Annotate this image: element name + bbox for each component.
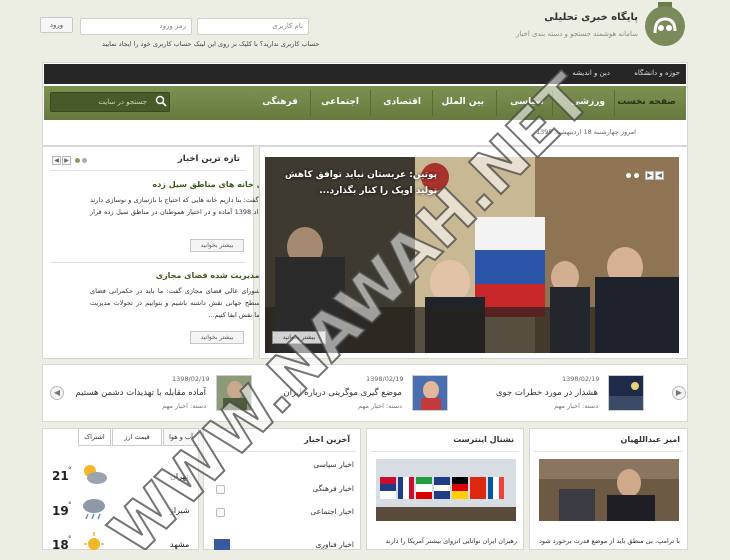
category-label: اخبار فرهنگی xyxy=(312,484,354,493)
flag-icon xyxy=(214,539,230,550)
partly-cloudy-icon xyxy=(84,465,107,484)
search-icon[interactable] xyxy=(155,95,167,107)
pager-dot[interactable] xyxy=(82,158,87,163)
search-input[interactable]: جستجو در سایت xyxy=(50,92,170,112)
slider-prev-icon[interactable]: ◀ xyxy=(655,171,664,180)
slider-dot[interactable] xyxy=(626,173,631,178)
slide-caption[interactable]: پوتین: عربستان نباید توافق کاهش تولید او… xyxy=(285,167,437,199)
nav-item-international[interactable]: بین الملل xyxy=(442,97,485,107)
strip-prev-icon[interactable]: ◀ xyxy=(50,386,64,400)
category-label: اخبار فناوری xyxy=(315,540,354,549)
categories-title: آخرین اخبار xyxy=(304,435,350,444)
column-text[interactable]: با ترامپ، بی منطق باید از موضع قدرت برخو… xyxy=(539,537,680,545)
degree-icon: ° xyxy=(68,501,72,509)
strip-title[interactable]: هشدار در مورد خطرات جوی xyxy=(496,388,598,398)
category-item[interactable]: اخبار سیاسی xyxy=(208,460,358,480)
prev-arrow-icon[interactable]: ◀ xyxy=(52,156,61,165)
strip-date: 1398/02/19 xyxy=(562,375,600,383)
slide-caption-line: تولید اوپک را کنار بگذارد... xyxy=(319,186,438,196)
rain-cloud-icon xyxy=(83,499,105,520)
site-subtitle: سامانه هوشمند جستجو و دسته بندی اخبار xyxy=(515,30,638,38)
portrait-image[interactable] xyxy=(539,459,679,521)
divider xyxy=(50,262,246,263)
nav-divider xyxy=(614,90,615,116)
subnav-item-university[interactable]: حوزه و دانشگاه xyxy=(634,69,680,77)
nav-item-home[interactable]: صفحه نخست xyxy=(617,97,676,107)
slider-dot[interactable] xyxy=(634,173,639,178)
strip-thumbnail[interactable] xyxy=(608,375,644,411)
strip-thumbnail[interactable] xyxy=(412,375,448,411)
tab-subscribe[interactable]: اشتراک xyxy=(78,428,111,446)
read-more-button[interactable]: بیشتر بخوانید xyxy=(190,331,244,344)
tab-currency[interactable]: قیمت ارز xyxy=(112,428,162,446)
strip-category: دسته: اخبار مهم xyxy=(554,402,598,410)
nav-divider xyxy=(552,90,553,116)
password-input[interactable]: رمز ورود xyxy=(80,18,192,35)
divider xyxy=(534,451,683,452)
degree-icon: ° xyxy=(68,466,72,474)
weather-city: تهران xyxy=(170,472,189,481)
pager-dot[interactable] xyxy=(75,158,80,163)
latest-news-panel xyxy=(42,146,254,359)
site-logo[interactable] xyxy=(645,6,685,46)
username-input[interactable]: نام کاربری xyxy=(197,18,309,35)
current-date: امروز چهارشنبه 18 اردیبهشت 1398 xyxy=(535,128,636,136)
slider-next-icon[interactable]: ▶ xyxy=(645,171,654,180)
read-more-button[interactable]: بیشتر بخوانید xyxy=(190,239,244,252)
flags-image[interactable] xyxy=(376,459,516,521)
strip-next-icon[interactable]: ▶ xyxy=(672,386,686,400)
strip-title[interactable]: موضع گیری موگرینی درباره ایران xyxy=(283,388,402,398)
category-item[interactable]: اخبار فناوری xyxy=(208,540,358,560)
column-title: نشنال اینترست xyxy=(453,435,514,444)
strip-category: دسته: اخبار مهم xyxy=(358,402,402,410)
subnav-item-religion[interactable]: دین و اندیشه xyxy=(572,69,610,77)
category-item[interactable]: اخبار اجتماعی xyxy=(208,507,358,527)
divider xyxy=(50,170,246,171)
nav-item-social[interactable]: اجتماعی xyxy=(321,97,359,107)
chevron-down-icon[interactable] xyxy=(216,508,225,517)
category-label: اخبار اجتماعی xyxy=(310,507,354,516)
site-title: پایگاه خبری تحلیلی xyxy=(544,12,638,23)
category-item[interactable]: اخبار فرهنگی xyxy=(208,484,358,504)
nav-item-economy[interactable]: اقتصادی xyxy=(383,97,421,107)
divider xyxy=(208,451,356,452)
signup-link[interactable]: حساب کاربری ندارید؟ با کلیک بر روی این ل… xyxy=(102,40,319,48)
nav-divider xyxy=(496,90,497,116)
weather-temp: 21 xyxy=(52,469,69,483)
weather-city: شیراز xyxy=(170,506,190,515)
degree-icon: ° xyxy=(68,535,72,543)
sun-icon xyxy=(84,532,104,550)
weather-panel xyxy=(42,428,199,550)
tab-weather[interactable]: آب و هوا xyxy=(163,428,199,446)
strip-date: 1398/02/19 xyxy=(366,375,404,383)
slide-caption-line: پوتین: عربستان نباید توافق کاهش xyxy=(285,170,438,180)
nav-item-politics[interactable]: سیاسی xyxy=(510,97,544,107)
nav-divider xyxy=(370,90,371,116)
nav-divider xyxy=(432,90,433,116)
slide-read-more-button[interactable]: بیشتر بخوانید xyxy=(272,331,326,344)
divider xyxy=(371,451,519,452)
login-button[interactable]: ورود xyxy=(40,17,73,33)
category-label: اخبار سیاسی xyxy=(313,460,354,469)
column-title: امیر عبداللهیان xyxy=(620,435,680,444)
latest-news-title: تازه ترین اخبار xyxy=(177,154,240,164)
strip-date: 1398/02/19 xyxy=(172,375,210,383)
nav-item-sports[interactable]: ورزشی xyxy=(571,97,605,107)
weather-city: مشهد xyxy=(170,540,190,549)
column-text[interactable]: رهبران ایران توانایی انزوای بیشتر آمریکا… xyxy=(385,537,517,545)
strip-thumbnail[interactable] xyxy=(216,375,252,411)
nav-divider xyxy=(310,90,311,116)
strip-category: دسته: اخبار مهم xyxy=(162,402,206,410)
nav-item-culture[interactable]: فرهنگی xyxy=(262,97,298,107)
logo-mark-icon xyxy=(653,17,677,34)
next-arrow-icon[interactable]: ▶ xyxy=(62,156,71,165)
weather-temp: 19 xyxy=(52,504,69,518)
chevron-down-icon[interactable] xyxy=(216,485,225,494)
strip-title[interactable]: آماده مقابله با تهدیدات دشمن هستیم xyxy=(76,388,206,398)
